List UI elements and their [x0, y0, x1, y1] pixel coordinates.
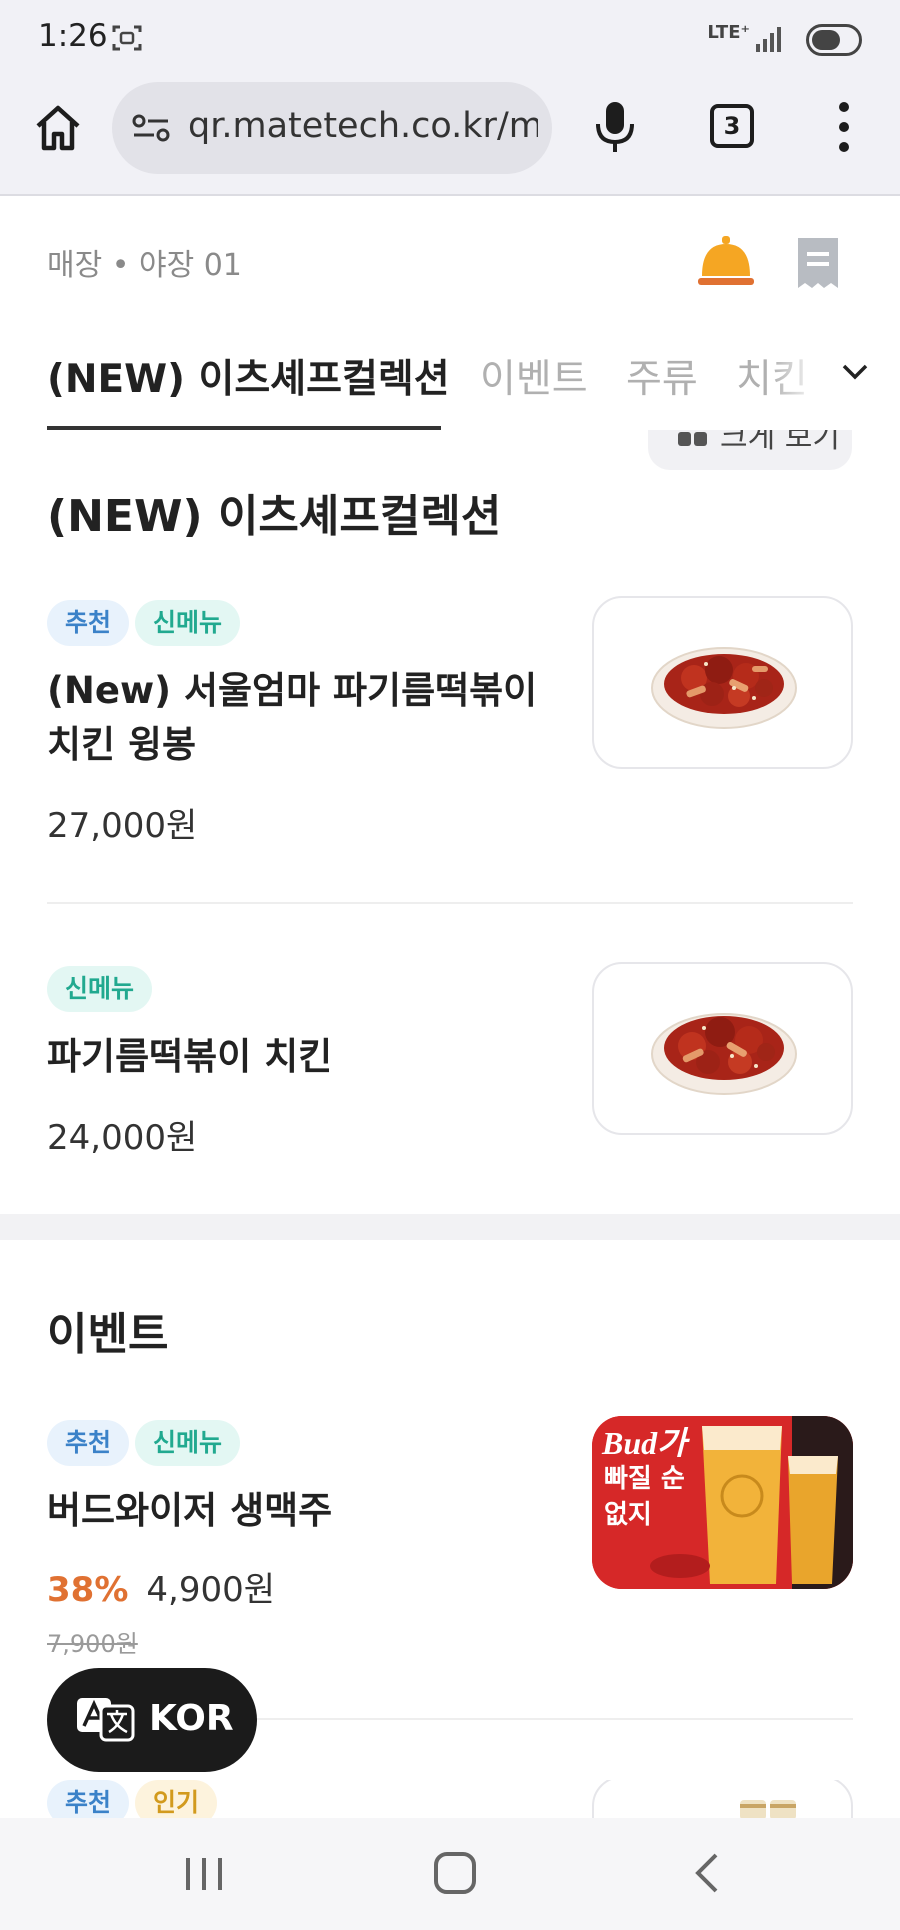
network-label: LTE⁺: [707, 22, 750, 43]
system-nav-bar: [0, 1818, 900, 1930]
badge-new-menu: 신메뉴: [47, 966, 153, 1012]
tab-event[interactable]: 이벤트: [480, 348, 588, 404]
menu-item[interactable]: 추천 신메뉴 버드와이저 생맥주 38% 4,900원 7,900원 Bud가 빠질…: [0, 1416, 900, 1660]
menu-item[interactable]: 신메뉴 파기름떡볶이 치킨 24,000원: [0, 962, 900, 1166]
divider: [47, 902, 853, 904]
item-badges: 추천 신메뉴: [47, 1420, 246, 1466]
discount-rate: 38%: [47, 1570, 129, 1610]
item-badges: 신메뉴: [47, 966, 158, 1012]
chicken-dish-image: [651, 1013, 797, 1095]
section-title-new-eatschef: (NEW) 이츠셰프컬렉션: [47, 491, 502, 542]
status-time: 1:26: [38, 18, 108, 54]
badge-new-menu: 신메뉴: [135, 600, 241, 646]
badge-recommended: 추천: [47, 1780, 130, 1818]
grid-view-icon: [678, 432, 707, 446]
large-view-toggle[interactable]: 크게 보기: [648, 430, 852, 470]
item-badges: 추천 신메뉴: [47, 600, 246, 646]
badge-new-menu: 신메뉴: [135, 1420, 241, 1466]
chevron-down-icon: [842, 364, 868, 380]
item-badges: 추천 인기: [47, 1780, 223, 1818]
item-name: 버드와이저 생맥주: [47, 1489, 333, 1532]
translate-icon: [77, 1698, 135, 1742]
status-bar: 1:26 LTE⁺: [0, 0, 900, 78]
home-icon[interactable]: [30, 100, 86, 156]
active-tab-indicator: [47, 426, 441, 430]
item-price: 24,000원: [47, 1118, 198, 1158]
browser-toolbar: qr.matetech.co.kr/me 3: [0, 78, 900, 196]
language-button[interactable]: KOR: [47, 1668, 257, 1772]
battery-icon: [806, 24, 862, 56]
drink-image: [740, 1800, 796, 1818]
promo-text-line: 없지: [604, 1500, 652, 1530]
chicken-dish-image: [651, 647, 797, 729]
language-label: KOR: [149, 1698, 234, 1739]
status-indicators: LTE⁺: [662, 20, 862, 60]
call-staff-bell-icon[interactable]: [696, 236, 756, 288]
section-gap: [0, 1214, 900, 1240]
tab-alcohol[interactable]: 주류: [626, 348, 698, 404]
badge-popular: 인기: [135, 1780, 218, 1818]
view-toggle-label: 크게 보기: [720, 430, 840, 455]
address-bar[interactable]: qr.matetech.co.kr/me: [112, 82, 552, 174]
tab-new-eatschef[interactable]: (NEW) 이츠셰프컬렉션: [47, 348, 450, 404]
home-nav-button[interactable]: [434, 1852, 476, 1894]
screenshot-icon: [112, 25, 142, 51]
expand-categories-button[interactable]: [820, 330, 900, 430]
original-price: 7,900원: [47, 1630, 138, 1658]
item-name: 파기름떡볶이 치킨: [47, 1035, 333, 1078]
item-price-row: 38% 4,900원: [47, 1562, 275, 1611]
item-image[interactable]: [592, 596, 853, 769]
item-price: 4,900원: [146, 1570, 276, 1610]
back-icon[interactable]: [690, 1852, 724, 1894]
store-table-info: 매장 • 야장 01: [47, 248, 242, 283]
tab-switcher-button[interactable]: 3: [710, 104, 754, 148]
item-image[interactable]: [592, 962, 853, 1135]
item-name: (New) 서울엄마 파기름떡볶이 치킨 윙봉: [47, 669, 538, 766]
menu-item[interactable]: 추천 인기: [0, 1780, 900, 1818]
microphone-icon[interactable]: [590, 98, 640, 154]
menu-item[interactable]: 추천 신메뉴 (New) 서울엄마 파기름떡볶이 치킨 윙봉 27,000원: [0, 596, 900, 850]
promo-text-line: 빠질 순: [604, 1464, 685, 1494]
item-image[interactable]: Bud가 빠질 순 없지: [592, 1416, 853, 1589]
item-image[interactable]: [592, 1780, 853, 1818]
recent-apps-icon[interactable]: [184, 1856, 224, 1892]
badge-recommended: 추천: [47, 600, 130, 646]
item-price: 27,000원: [47, 806, 198, 846]
more-options-icon[interactable]: [834, 102, 854, 154]
receipt-icon[interactable]: [794, 236, 842, 290]
site-settings-icon[interactable]: [132, 112, 170, 144]
badge-recommended: 추천: [47, 1420, 130, 1466]
signal-icon: [756, 27, 781, 52]
category-tabs: (NEW) 이츠셰프컬렉션 이벤트 주류 치킨: [0, 330, 900, 430]
url-text[interactable]: qr.matetech.co.kr/me: [188, 106, 538, 146]
section-title-event: 이벤트: [47, 1309, 169, 1360]
